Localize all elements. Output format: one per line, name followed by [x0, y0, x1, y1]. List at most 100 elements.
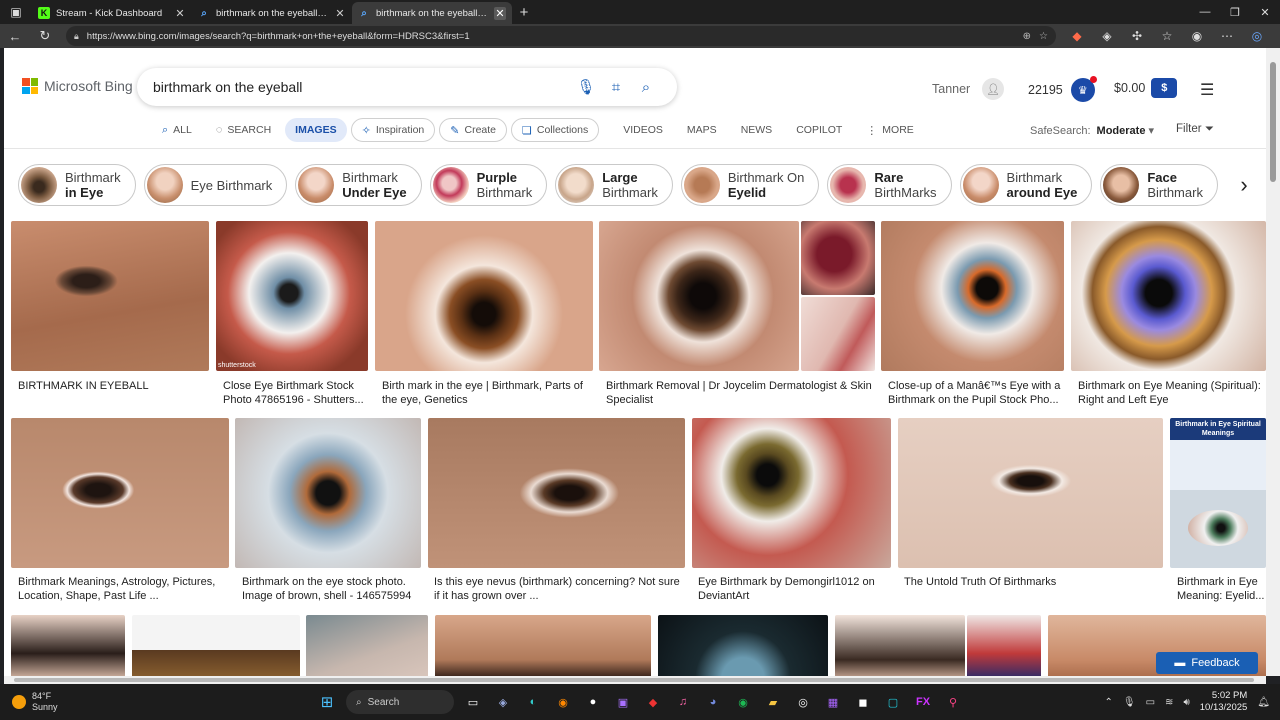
firefox-icon[interactable]: ◉	[552, 691, 574, 713]
app-teal-icon[interactable]: ▢	[882, 691, 904, 713]
wallet-balance[interactable]: $0.00	[1114, 81, 1145, 95]
wallet-icon[interactable]: $	[1151, 78, 1178, 98]
safesearch-dropdown[interactable]: SafeSearch: Moderate ▾	[1030, 124, 1154, 137]
chip-birthmark-around-eye[interactable]: Birthmark around Eye	[959, 164, 1093, 206]
tab-bing-search-1[interactable]: ⌕ birthmark on the eyeball - Search ✕	[192, 2, 352, 24]
itunes-icon[interactable]: ♫	[672, 691, 694, 713]
profile-icon[interactable]: ◉	[1182, 29, 1212, 43]
image-result[interactable]	[801, 297, 875, 371]
result-caption[interactable]: BIRTHMARK IN EYEBALL	[18, 379, 208, 393]
url-text[interactable]: https://www.bing.com/images/search?q=bir…	[87, 31, 1015, 42]
rewards-points[interactable]: 22195	[1028, 83, 1063, 97]
image-result[interactable]	[898, 418, 1163, 568]
result-caption[interactable]: Is this eye nevus (birthmark) concerning…	[434, 575, 684, 603]
result-caption[interactable]: Close Eye Birthmark Stock Photo 47865196…	[223, 379, 368, 407]
scrollbar-thumb[interactable]	[1270, 62, 1276, 182]
tab-news[interactable]: NEWS	[731, 118, 783, 142]
minimize-icon[interactable]: —	[1190, 6, 1220, 19]
maps-pin-icon[interactable]: ⚲	[942, 691, 964, 713]
edge-icon[interactable]: ◐	[522, 691, 544, 713]
feedback-button[interactable]: ▬ Feedback	[1156, 652, 1258, 674]
extensions-puzzle-icon[interactable]: ✣	[1122, 29, 1152, 43]
spotify-icon[interactable]: ◉	[732, 691, 754, 713]
search-box[interactable]: birthmark on the eyeball 🎙︎ ⌗ ⌕	[137, 68, 677, 106]
image-result[interactable]	[428, 418, 685, 568]
taskbar-search[interactable]: ⌕ Search	[346, 690, 454, 714]
chip-purple-birthmark[interactable]: Purple Birthmark	[429, 164, 548, 206]
lock-icon[interactable]: 🔒︎	[74, 31, 79, 42]
back-icon[interactable]: ←	[0, 29, 30, 44]
favorites-icon[interactable]: ☆	[1152, 29, 1182, 43]
chip-birthmark-under-eye[interactable]: Birthmark Under Eye	[295, 164, 422, 206]
search-input[interactable]: birthmark on the eyeball	[153, 79, 571, 95]
chip-face-birthmark[interactable]: Face Birthmark	[1100, 164, 1218, 206]
address-bar[interactable]: 🔒︎ https://www.bing.com/images/search?q=…	[66, 26, 1056, 46]
close-window-icon[interactable]: ✕	[1250, 6, 1280, 19]
volume-icon[interactable]: 🔊︎	[1183, 697, 1189, 708]
image-result[interactable]	[692, 418, 891, 568]
filter-button[interactable]: Filter ⏷	[1176, 123, 1214, 136]
tab-collections[interactable]: ❏ Collections	[511, 118, 600, 142]
clock[interactable]: 5:02 PM 10/13/2025	[1200, 690, 1248, 714]
tab-all[interactable]: ⌕ ALL	[152, 118, 202, 142]
wallet[interactable]: $0.00 $	[1114, 78, 1178, 98]
settings-more-icon[interactable]: ⋯	[1212, 29, 1242, 43]
extension-2-icon[interactable]: ◈	[1092, 29, 1122, 43]
discord-icon[interactable]: ◕	[702, 691, 724, 713]
result-caption[interactable]: Birthmark on Eye Meaning (Spiritual): Ri…	[1078, 379, 1264, 407]
extension-icon[interactable]: ◆	[1062, 29, 1092, 43]
microphone-tray-icon[interactable]: 🎙︎	[1123, 697, 1136, 708]
horizontal-scrollbar[interactable]	[4, 676, 1266, 684]
chips-next-chevron-icon[interactable]: ›	[1222, 164, 1266, 206]
tab-kick-dashboard[interactable]: K Stream - Kick Dashboard ✕	[32, 2, 192, 24]
tab-images[interactable]: IMAGES	[285, 118, 347, 142]
image-result[interactable]	[11, 418, 229, 568]
result-caption[interactable]: Birthmark Meanings, Astrology, Pictures,…	[18, 575, 228, 603]
bing-logo[interactable]: Microsoft Bing	[22, 78, 133, 94]
image-result[interactable]	[132, 615, 300, 676]
vertical-scrollbar[interactable]	[1266, 48, 1280, 676]
chip-birthmark-in-eye[interactable]: Birthmark in Eye	[18, 164, 136, 206]
steam-icon[interactable]: ◎	[792, 691, 814, 713]
file-explorer-icon[interactable]: ▰	[762, 691, 784, 713]
github-icon[interactable]: ●	[582, 691, 604, 713]
image-result[interactable]	[967, 615, 1041, 676]
scrollbar-thumb[interactable]	[14, 678, 1254, 682]
image-result[interactable]: Birthmark in Eye Spiritual Meanings	[1170, 418, 1266, 568]
tab-bing-search-2[interactable]: ⌕ birthmark on the eyeball - Search ✕	[352, 2, 512, 24]
result-caption[interactable]: Close-up of a Manâ€™s Eye with a Birthma…	[888, 379, 1064, 407]
new-tab-button[interactable]: +	[512, 4, 536, 21]
chip-eye-birthmark[interactable]: Eye Birthmark	[143, 164, 288, 206]
image-result[interactable]	[11, 221, 209, 371]
twitch-icon[interactable]: ▣	[612, 691, 634, 713]
zoom-icon[interactable]: ⊕	[1023, 31, 1031, 42]
tray-chevron-up-icon[interactable]: ⌃	[1105, 697, 1113, 708]
image-result[interactable]	[375, 221, 593, 371]
image-result[interactable]	[11, 615, 125, 676]
app-black-icon[interactable]: ◼	[852, 691, 874, 713]
result-caption[interactable]: Birthmark on the eye stock photo. Image …	[242, 575, 422, 603]
display-tray-icon[interactable]: ▭	[1146, 697, 1155, 708]
search-icon[interactable]: ⌕	[631, 79, 661, 96]
image-result[interactable]	[658, 615, 828, 676]
copilot-icon[interactable]: ◎	[1242, 29, 1272, 43]
image-result[interactable]	[235, 418, 421, 568]
network-icon[interactable]: ≋	[1165, 697, 1173, 708]
maximize-icon[interactable]: ❐	[1220, 6, 1250, 19]
windows-start-icon[interactable]: ⊞	[316, 691, 338, 713]
safesearch-value[interactable]: Moderate	[1097, 125, 1146, 137]
rewards-trophy-icon[interactable]: ♛	[1070, 76, 1097, 102]
image-result[interactable]: shutterstock	[216, 221, 368, 371]
tab-videos[interactable]: VIDEOS	[613, 118, 673, 142]
fx-app-icon[interactable]: FX	[912, 691, 934, 713]
tab-maps[interactable]: MAPS	[677, 118, 727, 142]
chip-rare-birthmarks[interactable]: Rare BirthMarks	[827, 164, 952, 206]
close-tab-icon[interactable]: ✕	[334, 7, 346, 20]
visual-search-icon[interactable]: ⌗	[601, 79, 631, 96]
account-area[interactable]: Tanner 👤︎	[932, 78, 1005, 100]
image-result[interactable]	[881, 221, 1064, 371]
rewards[interactable]: 22195 ♛	[1028, 76, 1097, 102]
avatar-icon[interactable]: 👤︎	[982, 78, 1005, 100]
image-result[interactable]	[801, 221, 875, 295]
weather-widget[interactable]: 84°F Sunny	[12, 691, 292, 713]
